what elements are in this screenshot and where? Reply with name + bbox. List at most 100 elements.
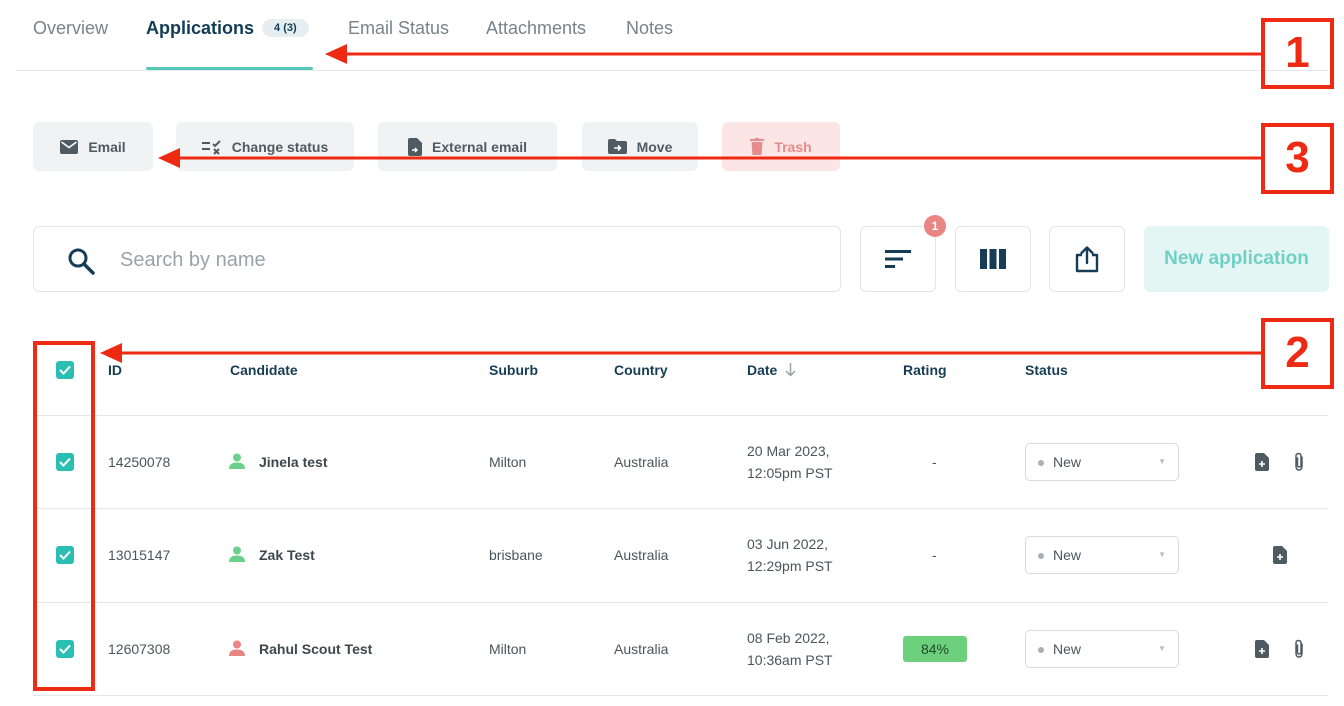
add-document-icon[interactable] — [1273, 546, 1287, 564]
email-button[interactable]: Email — [33, 122, 153, 171]
sort-filter-button[interactable] — [860, 226, 936, 292]
row-suburb: Milton — [489, 454, 527, 470]
row-date: 08 Feb 2022, 10:36am PST — [747, 627, 833, 671]
status-dropdown[interactable]: New ▼ — [1025, 536, 1179, 574]
trash-button-label: Trash — [774, 138, 812, 155]
search-input[interactable] — [120, 243, 820, 277]
annotation-marker-2: 2 — [1261, 318, 1334, 389]
new-application-button[interactable]: New application — [1144, 226, 1329, 292]
row-rating: - — [932, 454, 937, 470]
row-id: 14250078 — [108, 454, 171, 470]
column-header-rating[interactable]: Rating — [903, 362, 947, 378]
trash-icon — [750, 138, 765, 155]
envelope-icon — [60, 139, 79, 154]
person-icon — [229, 453, 245, 469]
annotation-number-3: 3 — [1285, 133, 1310, 182]
column-header-date-label: Date — [747, 362, 778, 378]
row-country: Australia — [614, 547, 669, 563]
row-rating: - — [932, 547, 937, 563]
row-divider — [33, 695, 1328, 696]
person-icon — [229, 546, 245, 562]
annotation-number-2: 2 — [1285, 328, 1310, 377]
filter-count-badge: 1 — [924, 215, 946, 237]
annotation-arrow-2 — [100, 343, 1262, 363]
move-button-label: Move — [636, 138, 673, 155]
search-box — [33, 226, 841, 292]
person-icon — [229, 640, 245, 656]
external-email-button[interactable]: External email — [378, 122, 557, 171]
move-button[interactable]: Move — [582, 122, 698, 171]
caret-down-icon: ▼ — [1158, 644, 1166, 653]
column-header-status[interactable]: Status — [1025, 362, 1068, 378]
columns-button[interactable] — [955, 226, 1031, 292]
change-status-button-label: Change status — [231, 138, 329, 155]
applications-count-badge: 4 (3) — [262, 19, 309, 37]
status-dot — [1038, 460, 1044, 466]
search-icon — [68, 248, 95, 275]
column-header-candidate[interactable]: Candidate — [230, 362, 298, 378]
row-divider — [33, 415, 1328, 416]
document-arrow-icon — [408, 137, 423, 156]
row-divider — [33, 602, 1328, 603]
row-country: Australia — [614, 641, 669, 657]
column-header-id[interactable]: ID — [108, 362, 122, 378]
share-export-icon — [1075, 246, 1099, 273]
status-dot — [1038, 553, 1044, 559]
sort-down-arrow-icon — [785, 363, 796, 377]
row-date-line2: 12:29pm PST — [747, 558, 833, 574]
column-header-date[interactable]: Date — [747, 362, 796, 378]
rating-badge: 84% — [903, 636, 967, 662]
annotation-number-1: 1 — [1285, 28, 1310, 77]
row-date-line2: 10:36am PST — [747, 652, 833, 668]
tab-applications-label: Applications — [146, 18, 255, 38]
candidate-name-link[interactable]: Zak Test — [259, 547, 315, 563]
row-date: 03 Jun 2022, 12:29pm PST — [747, 533, 833, 577]
columns-icon — [980, 249, 1006, 269]
status-dropdown-value: New — [1053, 547, 1082, 563]
status-dot — [1038, 647, 1044, 653]
candidate-name-link[interactable]: Rahul Scout Test — [259, 641, 372, 657]
status-dropdown-value: New — [1053, 641, 1082, 657]
row-date-line1: 20 Mar 2023, — [747, 443, 830, 459]
tab-notes[interactable]: Notes — [626, 18, 673, 39]
row-date-line2: 12:05pm PST — [747, 465, 833, 481]
row-id: 13015147 — [108, 547, 171, 563]
paperclip-icon[interactable] — [1292, 452, 1306, 472]
add-document-icon[interactable] — [1255, 640, 1269, 658]
caret-down-icon: ▼ — [1158, 550, 1166, 559]
sort-lines-icon — [885, 250, 911, 268]
status-dropdown[interactable]: New ▼ — [1025, 630, 1179, 668]
annotation-marker-3: 3 — [1261, 123, 1334, 194]
row-suburb: brisbane — [489, 547, 543, 563]
tab-overview[interactable]: Overview — [33, 18, 108, 39]
active-tab-indicator — [146, 67, 313, 70]
row-suburb: Milton — [489, 641, 527, 657]
tab-applications[interactable]: Applications 4 (3) — [146, 18, 309, 39]
tab-email-status[interactable]: Email Status — [348, 18, 449, 39]
row-date-line1: 03 Jun 2022, — [747, 536, 828, 552]
row-date-line1: 08 Feb 2022, — [747, 630, 830, 646]
email-button-label: Email — [88, 138, 126, 155]
column-header-country[interactable]: Country — [614, 362, 668, 378]
column-header-suburb[interactable]: Suburb — [489, 362, 538, 378]
row-id: 12607308 — [108, 641, 171, 657]
add-document-icon[interactable] — [1255, 453, 1269, 471]
row-divider — [33, 508, 1328, 509]
export-button[interactable] — [1049, 226, 1125, 292]
row-country: Australia — [614, 454, 669, 470]
candidate-name-link[interactable]: Jinela test — [259, 454, 327, 470]
caret-down-icon: ▼ — [1158, 457, 1166, 466]
status-dropdown-value: New — [1053, 454, 1082, 470]
tab-attachments[interactable]: Attachments — [486, 18, 586, 39]
annotation-arrows — [100, 44, 1262, 363]
paperclip-icon[interactable] — [1292, 639, 1306, 659]
status-dropdown[interactable]: New ▼ — [1025, 443, 1179, 481]
trash-button[interactable]: Trash — [722, 122, 840, 171]
list-check-icon — [201, 139, 221, 155]
annotation-marker-1: 1 — [1261, 18, 1334, 89]
tab-bar: Overview Applications 4 (3) Email Status … — [16, 0, 1328, 71]
change-status-button[interactable]: Change status — [176, 122, 354, 171]
row-date: 20 Mar 2023, 12:05pm PST — [747, 440, 833, 484]
folder-move-icon — [607, 139, 627, 154]
annotation-checkbox-column-box — [33, 341, 95, 691]
